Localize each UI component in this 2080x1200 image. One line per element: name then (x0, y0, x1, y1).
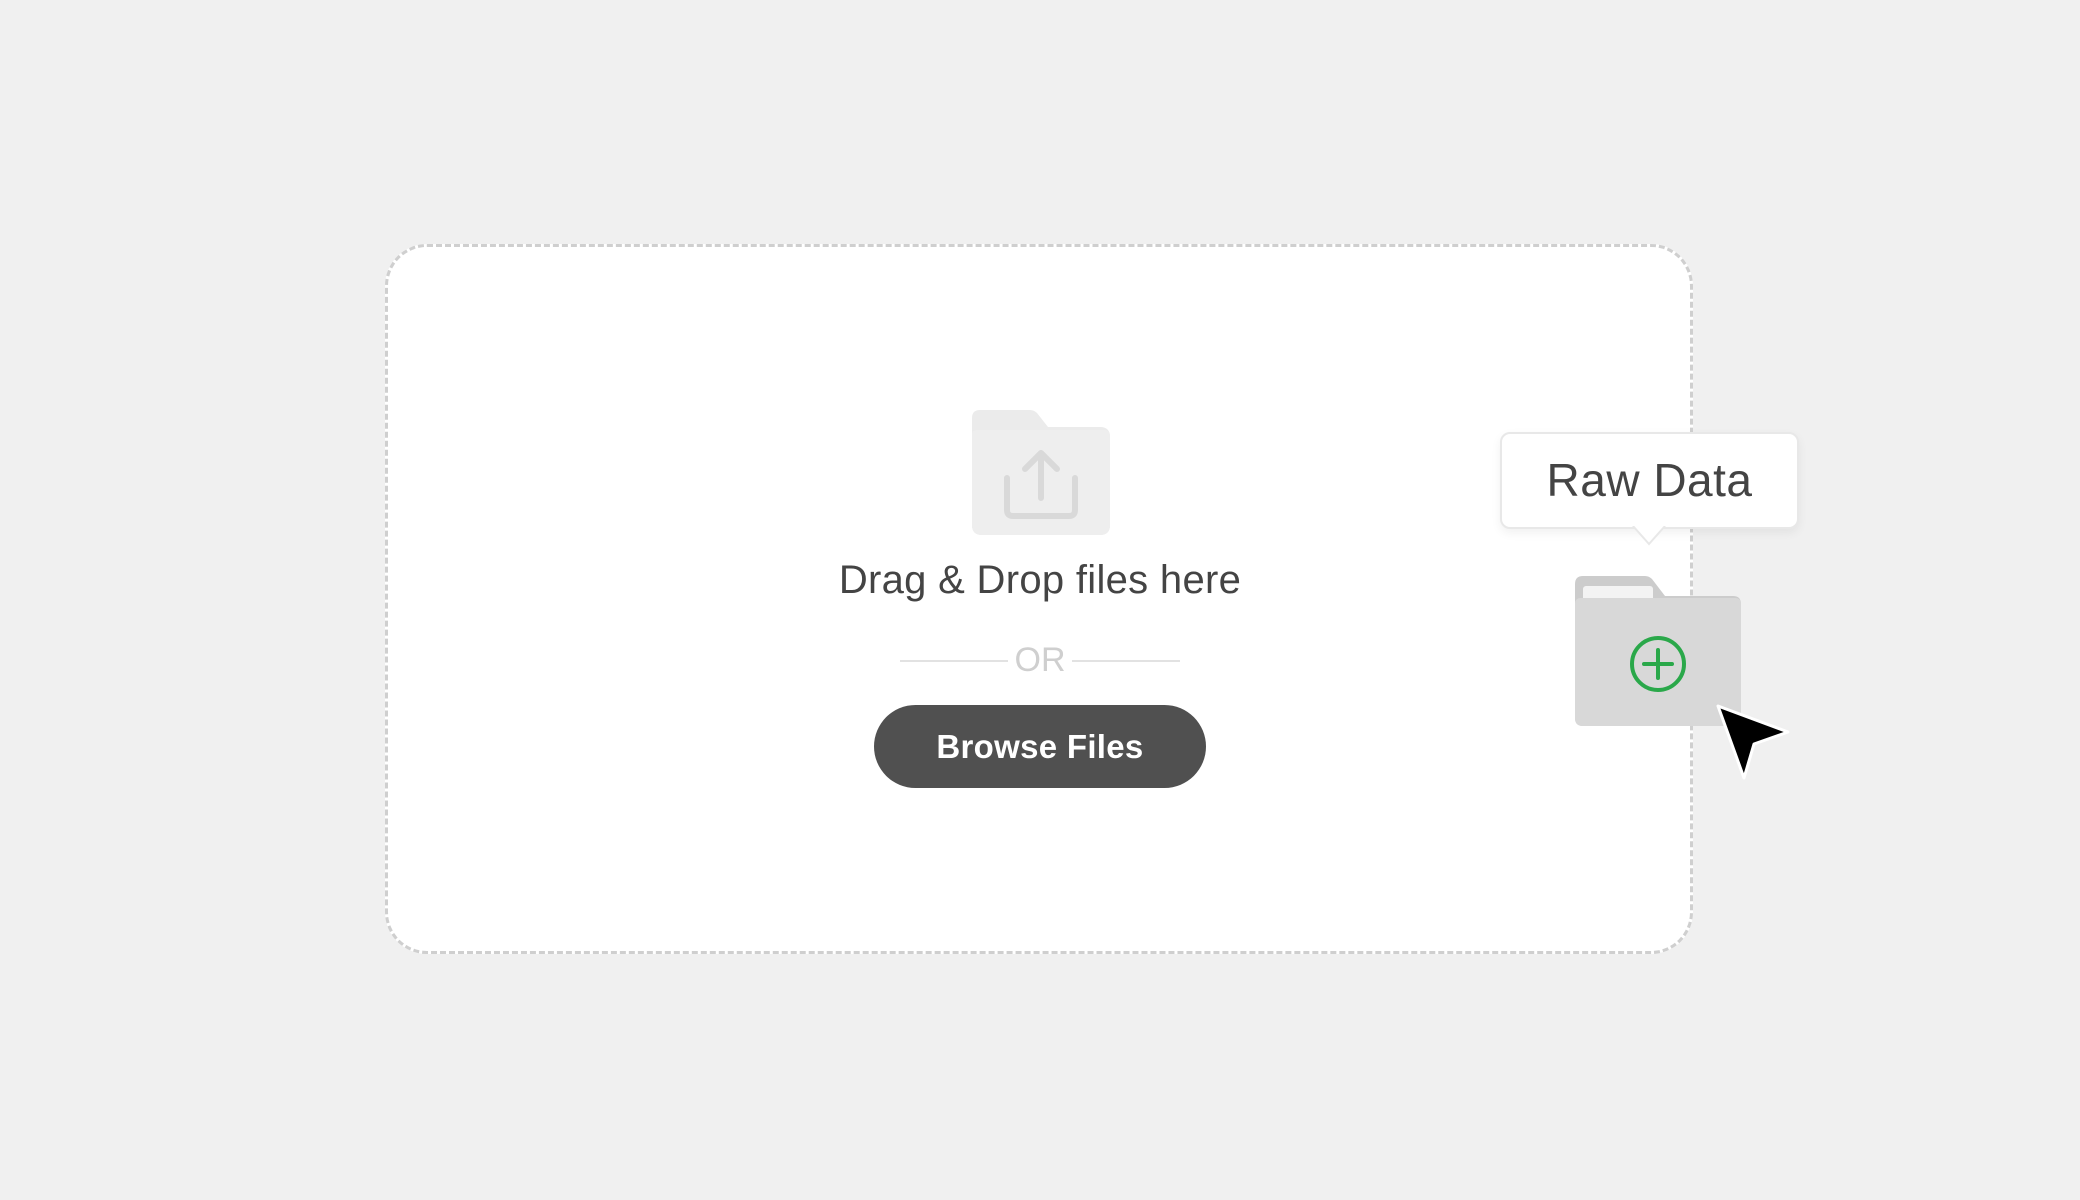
or-divider: OR (900, 640, 1180, 680)
cursor-arrow-icon (1716, 704, 1790, 780)
browse-files-button[interactable]: Browse Files (874, 705, 1206, 788)
drag-item-tooltip: Raw Data (1500, 432, 1799, 529)
divider-line-right (1072, 660, 1180, 662)
tooltip-tail (1632, 526, 1666, 546)
folder-upload-icon (972, 410, 1110, 535)
upload-stage: Drag & Drop files here OR Browse Files R… (0, 0, 2080, 1200)
drop-instruction: Drag & Drop files here (838, 558, 1242, 602)
